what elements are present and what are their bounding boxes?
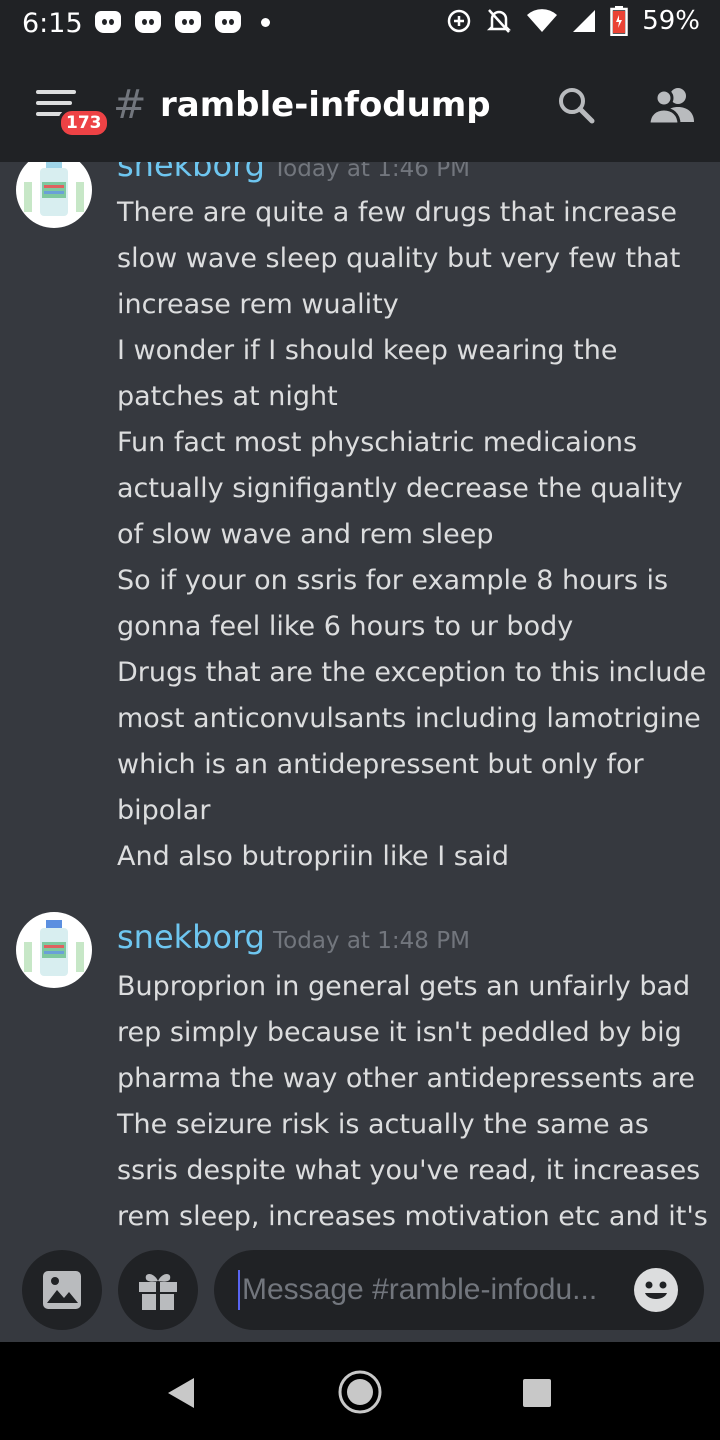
medicine-bottle-icon — [24, 920, 84, 976]
message-line: slow wave sleep quality but very few tha… — [117, 243, 681, 274]
message-line: most anticonvulsants including lamotrigi… — [117, 703, 701, 734]
message-line: The seizure risk is actually the same as — [117, 1109, 649, 1140]
message-line: And also butropriin like I said — [117, 841, 509, 872]
message-author[interactable]: snekborg — [117, 162, 265, 184]
unread-badge: 173 — [58, 108, 110, 138]
battery-percentage: 59% — [642, 6, 700, 36]
message-input[interactable] — [242, 1270, 622, 1310]
channel-title[interactable]: ramble-infodump — [160, 85, 491, 125]
discord-icon — [95, 11, 121, 33]
message-body: There are quite a few drugs that increas… — [117, 190, 707, 880]
message-line: Fun fact most physchiatric medicaions — [117, 427, 638, 458]
image-icon — [43, 1271, 81, 1309]
message-line: So if your on ssris for example 8 hours … — [117, 565, 669, 596]
recents-icon[interactable] — [522, 1378, 552, 1408]
attach-image-button[interactable] — [22, 1250, 102, 1330]
notification-icons — [95, 11, 270, 33]
message-line: of slow wave and rem sleep — [117, 519, 494, 550]
message-body: Buproprion in general gets an unfairly b… — [117, 964, 708, 1240]
back-icon[interactable] — [166, 1376, 196, 1410]
message-list[interactable]: snekborg Today at 1:46 PM There are quit… — [0, 162, 720, 1242]
data-saver-icon — [447, 9, 471, 33]
members-icon — [647, 88, 694, 126]
message-line: Buproprion in general gets an unfairly b… — [117, 971, 691, 1002]
wifi-icon — [527, 9, 558, 33]
message-line: rem sleep, increases motivation etc and … — [117, 1201, 708, 1232]
message-line: There are quite a few drugs that increas… — [117, 197, 677, 228]
message-line: ssris despite what you've read, it incre… — [117, 1155, 701, 1186]
message-author[interactable]: snekborg — [117, 918, 265, 956]
message-line: actually signifigantly decrease the qual… — [117, 473, 683, 504]
message-input-wrapper — [214, 1250, 704, 1330]
message-line: I wonder if I should keep wearing the — [117, 335, 618, 366]
avatar[interactable] — [16, 912, 92, 988]
search-button[interactable] — [555, 84, 599, 128]
message-line: which is an antidepressent but only for — [117, 749, 644, 780]
discord-icon — [175, 11, 201, 33]
message-line: increase rem wuality — [117, 289, 399, 320]
more-notifications-dot-icon — [261, 18, 270, 27]
status-bar: 6:15 59% — [0, 0, 720, 50]
message-composer — [0, 1242, 720, 1342]
message-timestamp: Today at 1:48 PM — [273, 928, 470, 954]
status-time: 6:15 — [22, 8, 83, 39]
avatar[interactable] — [16, 162, 92, 228]
gift-icon — [139, 1273, 177, 1310]
home-icon[interactable] — [337, 1369, 383, 1415]
message-line: rep simply because it isn't peddled by b… — [117, 1017, 682, 1048]
emoji-button[interactable] — [634, 1268, 678, 1312]
menu-icon-bar — [36, 101, 72, 105]
message-timestamp: Today at 1:46 PM — [273, 162, 470, 182]
text-caret — [238, 1270, 240, 1310]
discord-icon — [215, 11, 241, 33]
message-line: gonna feel like 6 hours to ur body — [117, 611, 574, 642]
message-line: Drugs that are the exception to this inc… — [117, 657, 707, 688]
battery-icon — [610, 6, 628, 36]
discord-icon — [135, 11, 161, 33]
notifications-off-icon — [487, 9, 512, 33]
message-line: bipolar — [117, 795, 211, 826]
message-line: pharma the way other antidepressents are — [117, 1063, 695, 1094]
search-icon — [559, 88, 595, 124]
emoji-icon — [645, 1281, 667, 1299]
gift-button[interactable] — [118, 1250, 198, 1330]
signal-icon — [573, 10, 596, 32]
medicine-bottle-icon — [24, 162, 84, 216]
members-button[interactable] — [647, 84, 694, 128]
status-right: 59% — [446, 6, 700, 36]
system-navigation-bar — [0, 1342, 720, 1440]
menu-icon-bar — [36, 90, 76, 94]
message-line: patches at night — [117, 381, 338, 412]
channel-hash-icon: # — [113, 82, 147, 128]
channel-header: 173 # ramble-infodump — [0, 50, 720, 162]
